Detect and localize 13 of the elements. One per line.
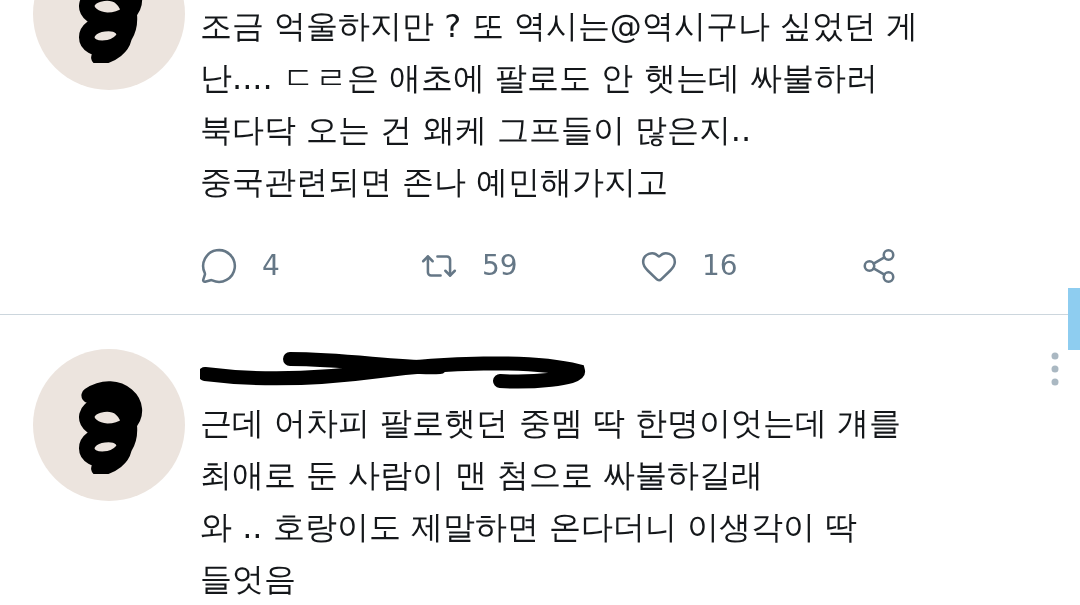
tweet-text-line: 근데 어차피 팔로햇던 중멤 딱 한명이엇는데 걔를: [200, 403, 903, 444]
scrollbar-thumb[interactable]: [1068, 288, 1080, 350]
tweet-text-line: 들엇음: [200, 559, 297, 600]
action-count: 4: [262, 248, 280, 284]
action-count: 16: [702, 248, 738, 284]
tweet-text-line: 난.... ㄷㄹ은 애초에 팔로도 안 햇는데 싸불하러: [200, 58, 879, 99]
action-count: 59: [482, 248, 518, 284]
tweet-text-line: 와 .. 호랑이도 제말하면 온다더니 이생각이 딱: [200, 507, 859, 548]
tweet-text-line: 조금 억울하지만 ? 또 역시는@역시구나 싶었던 게: [200, 6, 919, 47]
reply-icon[interactable]: [200, 247, 238, 285]
tweet-text-line: 북다닥 오는 건 왜케 그프들이 많은지..: [200, 110, 753, 151]
tweet-text-line: 중국관련되면 존나 예민해가지고: [200, 162, 670, 203]
tweet-text-line: 최애로 둔 사람이 맨 첨으로 싸불하길래: [200, 455, 764, 496]
